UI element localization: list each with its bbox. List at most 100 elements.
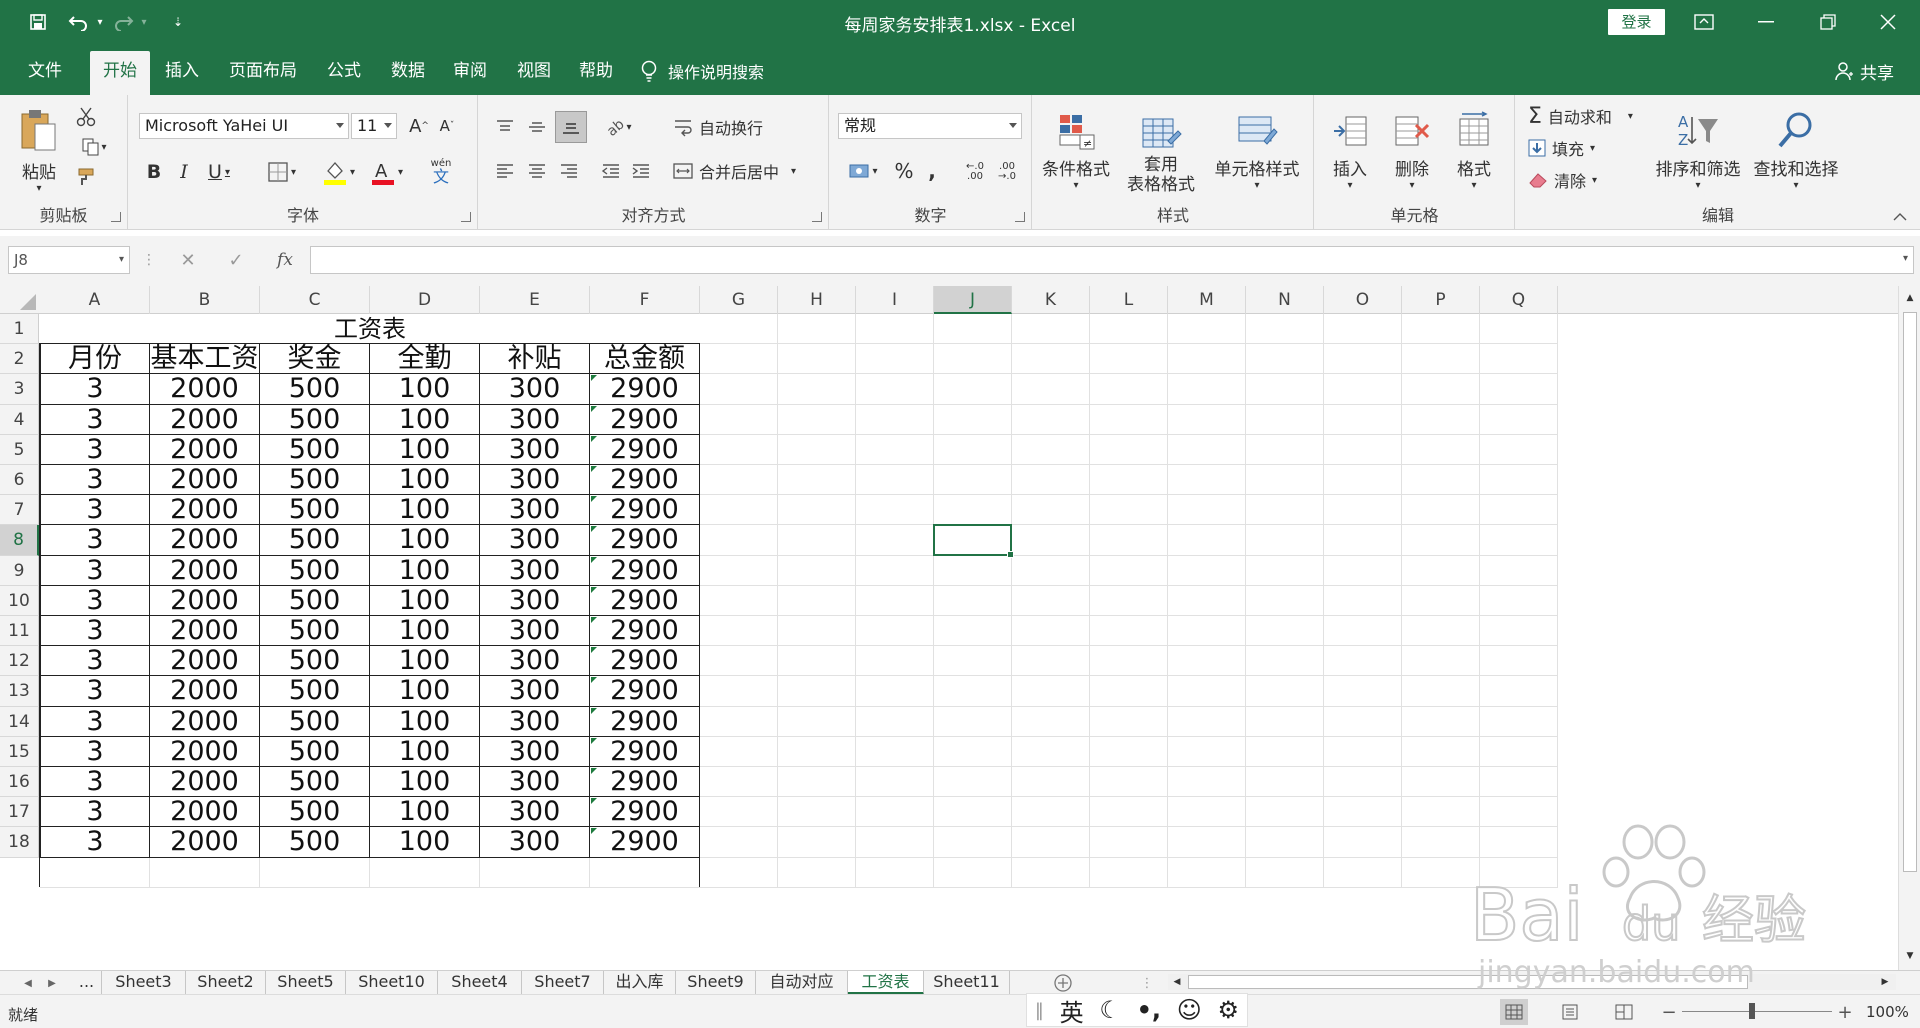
table-cell[interactable]: 300 <box>480 645 590 677</box>
row-header-4[interactable]: 4 <box>0 404 39 435</box>
tell-me-search[interactable]: 操作说明搜索 <box>640 51 764 91</box>
table-cell[interactable]: 100 <box>370 434 480 465</box>
column-header-j[interactable]: J <box>934 286 1012 314</box>
sheet-tab[interactable]: Sheet7 <box>522 971 604 995</box>
table-cell[interactable]: 100 <box>370 615 480 647</box>
table-header-cell[interactable]: 基本工资 <box>150 343 260 375</box>
error-indicator-icon[interactable] <box>591 556 597 563</box>
cancel-entry-icon[interactable]: ✕ <box>176 248 200 272</box>
row-header-1[interactable]: 1 <box>0 314 39 345</box>
error-indicator-icon[interactable] <box>591 526 597 533</box>
login-button[interactable]: 登录 <box>1608 9 1665 35</box>
horizontal-scrollbar[interactable]: ◀ ▶ <box>1168 974 1896 990</box>
table-cell[interactable]: 100 <box>370 766 480 798</box>
borders-icon[interactable]: ▾ <box>261 159 303 185</box>
table-header-cell[interactable]: 全勤 <box>370 343 480 375</box>
row-header-16[interactable]: 16 <box>0 767 39 798</box>
worksheet-grid[interactable]: ABCDEFGHIJKLMNOPQ 1 2 3 4 5 6 7 8 9 10 11 12 13 14 15 1… <box>0 286 1920 970</box>
sheet-tab[interactable]: Sheet11 <box>924 971 1010 995</box>
accounting-format-icon[interactable]: ▾ <box>840 157 886 185</box>
table-cell[interactable]: 3 <box>40 706 150 737</box>
horizontal-scroll-thumb[interactable] <box>1188 975 1748 989</box>
table-cell[interactable]: 2000 <box>150 766 260 798</box>
font-launcher-icon[interactable] <box>461 212 471 222</box>
error-indicator-icon[interactable] <box>591 405 597 412</box>
table-cell[interactable]: 300 <box>480 404 590 435</box>
table-cell[interactable]: 100 <box>370 404 480 435</box>
row-header-14[interactable]: 14 <box>0 706 39 737</box>
zoom-slider-track[interactable] <box>1682 1011 1832 1012</box>
error-indicator-icon[interactable] <box>591 496 597 503</box>
table-cell[interactable]: 500 <box>260 374 370 405</box>
alignment-launcher-icon[interactable] <box>812 212 822 222</box>
align-bottom-icon[interactable] <box>555 111 587 143</box>
scroll-right-icon[interactable]: ▶ <box>1878 975 1892 989</box>
table-cell[interactable]: 2000 <box>150 585 260 616</box>
table-cell[interactable]: 2900 <box>590 706 700 737</box>
tab-view[interactable]: 视图 <box>508 51 560 95</box>
table-cell[interactable]: 2900 <box>590 374 700 405</box>
row-header-10[interactable]: 10 <box>0 585 39 616</box>
column-header-i[interactable]: I <box>856 286 934 314</box>
table-cell[interactable]: 100 <box>370 585 480 616</box>
collapse-ribbon-icon[interactable] <box>1892 210 1908 224</box>
table-cell[interactable]: 500 <box>260 434 370 465</box>
conditional-formatting-button[interactable]: ≠ 条件格式 ▾ <box>1037 103 1115 199</box>
table-cell[interactable]: 100 <box>370 676 480 707</box>
paste-button[interactable]: 粘贴 ▾ <box>16 101 62 201</box>
table-cell[interactable]: 100 <box>370 464 480 496</box>
smiley-icon[interactable]: ☺ <box>1177 996 1202 1024</box>
zoom-out-icon[interactable]: − <box>1660 1001 1678 1023</box>
scroll-sheets-left-icon[interactable]: ◀ <box>20 973 36 993</box>
sheet-tab[interactable]: Sheet9 <box>676 971 756 995</box>
row-header-9[interactable]: 9 <box>0 555 39 586</box>
table-cell[interactable]: 300 <box>480 676 590 707</box>
table-cell[interactable]: 3 <box>40 645 150 677</box>
more-sheets-button[interactable]: ... <box>72 971 102 995</box>
column-header-d[interactable]: D <box>370 286 480 314</box>
table-cell[interactable]: 2000 <box>150 645 260 677</box>
column-header-o[interactable]: O <box>1324 286 1402 314</box>
table-cell[interactable]: 2900 <box>590 464 700 496</box>
delete-cells-button[interactable]: 删除 ▾ <box>1381 103 1443 199</box>
sheet-tab[interactable]: 自动对应 <box>756 971 848 995</box>
error-indicator-icon[interactable] <box>591 677 597 684</box>
align-center-icon[interactable] <box>523 157 551 185</box>
table-cell[interactable]: 300 <box>480 464 590 496</box>
minimize-icon[interactable] <box>1736 0 1796 44</box>
table-cell[interactable]: 500 <box>260 404 370 435</box>
row-header-17[interactable]: 17 <box>0 797 39 828</box>
new-sheet-icon[interactable] <box>1052 972 1074 994</box>
decrease-indent-icon[interactable] <box>597 157 625 185</box>
table-cell[interactable]: 300 <box>480 585 590 616</box>
table-cell[interactable]: 300 <box>480 796 590 828</box>
table-cell[interactable]: 2000 <box>150 827 260 858</box>
table-cell[interactable]: 100 <box>370 525 480 556</box>
table-cell[interactable]: 300 <box>480 555 590 586</box>
column-header-e[interactable]: E <box>480 286 590 314</box>
table-cell[interactable]: 500 <box>260 585 370 616</box>
row-header-12[interactable]: 12 <box>0 646 39 677</box>
customize-toolbar-icon[interactable]: ⇣ <box>170 10 186 34</box>
table-cell[interactable]: 3 <box>40 827 150 858</box>
table-cell[interactable]: 2900 <box>590 827 700 858</box>
table-cell[interactable]: 3 <box>40 404 150 435</box>
table-cell[interactable]: 3 <box>40 615 150 647</box>
table-cell[interactable]: 3 <box>40 766 150 798</box>
zoom-slider-thumb[interactable] <box>1749 1003 1755 1019</box>
row-header-5[interactable]: 5 <box>0 434 39 465</box>
punctuation-icon[interactable]: •, <box>1137 996 1161 1024</box>
formula-input[interactable]: ▾ <box>310 246 1914 274</box>
tab-review[interactable]: 审阅 <box>444 51 496 95</box>
increase-font-size-icon[interactable]: A ^ <box>407 113 431 139</box>
column-header-f[interactable]: F <box>590 286 700 314</box>
scroll-up-icon[interactable]: ▲ <box>1903 290 1917 306</box>
number-launcher-icon[interactable] <box>1015 212 1025 222</box>
redo-dropdown-icon[interactable]: ▾ <box>138 10 150 34</box>
share-button[interactable]: 共享 <box>1834 51 1894 91</box>
table-cell[interactable]: 2000 <box>150 374 260 405</box>
sheet-tab[interactable]: 工资表 <box>848 971 924 995</box>
close-icon[interactable] <box>1858 0 1918 44</box>
sort-filter-button[interactable]: AZ 排序和筛选 ▾ <box>1652 103 1744 199</box>
font-color-icon[interactable]: A ▾ <box>365 157 409 187</box>
